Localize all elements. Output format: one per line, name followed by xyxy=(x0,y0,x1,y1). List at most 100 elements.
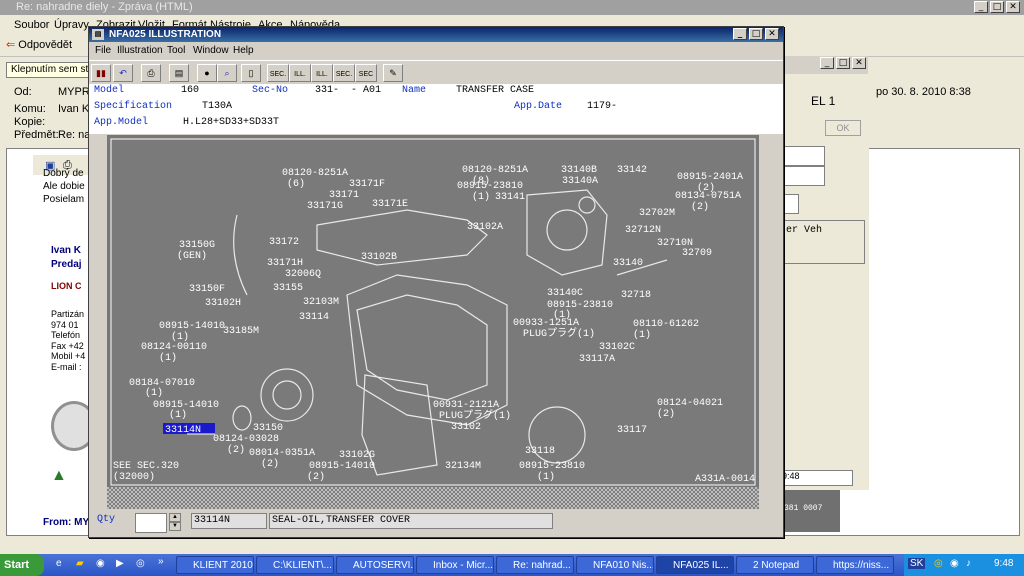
part-callout-label[interactable]: 08120-8251A xyxy=(282,168,348,179)
part-callout-label[interactable]: PLUGプラグ(1) xyxy=(523,326,595,340)
prev-illustration-button[interactable]: ILL. xyxy=(289,64,311,82)
part-callout-label[interactable]: 33142 xyxy=(617,165,647,176)
task-notepad[interactable]: 2 Notepad xyxy=(736,556,814,574)
part-callout-label[interactable]: 08120-8251A xyxy=(462,165,528,176)
part-callout-label[interactable]: 33171F xyxy=(349,179,385,190)
bg-close-button[interactable]: ✕ xyxy=(852,57,866,69)
hint-icon[interactable]: ✎ xyxy=(383,64,403,82)
part-callout-label[interactable]: 32718 xyxy=(621,290,651,301)
part-callout-label[interactable]: (1) xyxy=(537,471,555,483)
part-callout-label[interactable]: 33150 xyxy=(253,423,283,434)
part-callout-label[interactable]: 33102G xyxy=(339,450,375,461)
part-callout-label[interactable]: 33150G xyxy=(179,240,215,251)
part-callout-label[interactable]: 33150F xyxy=(189,284,225,295)
tray-icon[interactable]: ◉ xyxy=(950,558,959,569)
qty-stepper[interactable]: ▲ ▼ xyxy=(169,513,181,531)
task-browser[interactable]: https://niss... xyxy=(816,556,894,574)
part-callout-label[interactable]: 33172 xyxy=(269,237,299,248)
part-callout-label[interactable]: 33140C xyxy=(547,288,583,299)
bg-field[interactable] xyxy=(781,146,825,166)
part-callout-label[interactable]: 33117 xyxy=(617,425,647,436)
part-callout-label[interactable]: 08915-14010 xyxy=(159,321,225,332)
part-callout-label[interactable]: (1) xyxy=(472,191,490,203)
menu-upravy[interactable]: Úpravy xyxy=(54,19,89,31)
part-callout-label[interactable]: 32712N xyxy=(625,225,661,236)
part-callout-label[interactable]: 08915-2401A xyxy=(677,172,743,183)
part-callout-label[interactable]: 33171H xyxy=(267,258,303,269)
ok-button[interactable]: OK xyxy=(825,120,861,136)
quicklaunch-media-icon[interactable]: ▶ xyxy=(116,558,124,569)
ill-maximize-button[interactable]: □ xyxy=(749,28,763,40)
part-callout-label[interactable]: 08915-23810 xyxy=(457,181,523,192)
part-callout-label[interactable]: 32709 xyxy=(682,248,712,259)
part-callout-label[interactable]: A331A-0014 xyxy=(695,474,755,485)
prev-section-button[interactable]: SEC. xyxy=(267,64,289,82)
part-callout-label[interactable]: (1) xyxy=(159,352,177,364)
menu-illustration[interactable]: Illustration xyxy=(117,45,163,56)
part-callout-label[interactable]: 33140A xyxy=(562,176,598,187)
part-callout-label[interactable]: (32000) xyxy=(113,471,155,483)
part-callout-label[interactable]: 08124-04021 xyxy=(657,398,723,409)
part-callout-label[interactable]: (6) xyxy=(287,178,305,190)
display-icon[interactable]: ▤ xyxy=(169,64,189,82)
task-reply[interactable]: Re: nahrad... xyxy=(496,556,574,574)
part-callout-label[interactable]: 32134M xyxy=(445,461,481,472)
qty-down-icon[interactable]: ▼ xyxy=(169,522,181,531)
part-callout-label[interactable]: 33102 xyxy=(451,422,481,433)
bg-maximize-button[interactable]: □ xyxy=(836,57,850,69)
qty-input[interactable] xyxy=(135,513,167,533)
part-callout-label[interactable]: 33185M xyxy=(223,326,259,337)
part-callout-label[interactable]: 33171G xyxy=(307,201,343,212)
part-callout-label[interactable]: 33141 xyxy=(495,192,525,203)
zoom-icon[interactable]: ⌕ xyxy=(217,64,237,82)
part-callout-label[interactable]: (2) xyxy=(691,201,709,213)
quicklaunch-folder-icon[interactable]: ▰ xyxy=(76,558,84,569)
exploded-parts-diagram[interactable]: 08120-8251A (6) 33171F 33171 33171G 33171E 081… xyxy=(107,135,759,509)
task-inbox[interactable]: Inbox - Micr... xyxy=(416,556,494,574)
part-callout-label[interactable]: 33117A xyxy=(579,354,615,365)
menu-help[interactable]: Help xyxy=(233,45,254,56)
bg-tab-label[interactable]: er Veh xyxy=(786,225,822,236)
next-illustration-button[interactable]: ILL. xyxy=(311,64,333,82)
part-callout-label[interactable]: 33118 xyxy=(525,446,555,457)
part-callout-label[interactable]: 08134-0751A xyxy=(675,191,741,202)
part-callout-label[interactable]: 32006Q xyxy=(285,269,321,280)
volume-icon[interactable]: ♪ xyxy=(966,558,971,569)
qty-up-icon[interactable]: ▲ xyxy=(169,513,181,522)
part-callout-label[interactable]: 33171 xyxy=(329,190,359,201)
bg-minimize-button[interactable]: _ xyxy=(820,57,834,69)
page-icon[interactable]: ▯ xyxy=(241,64,261,82)
menu-file[interactable]: File xyxy=(95,45,111,56)
task-klient[interactable]: KLIENT 2010 xyxy=(176,556,254,574)
close-button[interactable]: ✕ xyxy=(1006,1,1020,13)
part-callout-label[interactable]: SEE SEC.320 xyxy=(113,461,179,472)
part-callout-label[interactable]: 32702M xyxy=(639,208,675,219)
menu-soubor[interactable]: Soubor xyxy=(14,19,49,31)
part-callout-label[interactable]: 00931-2121A xyxy=(433,400,499,411)
ill-minimize-button[interactable]: _ xyxy=(733,28,747,40)
book-icon[interactable]: ▮▮ xyxy=(91,64,111,82)
part-callout-label[interactable]: (2) xyxy=(261,458,279,470)
part-callout-label[interactable]: 08014-0351A xyxy=(249,448,315,459)
part-callout-label[interactable]: 33155 xyxy=(273,283,303,294)
task-nfa025[interactable]: NFA025 IL... xyxy=(656,556,734,574)
task-autoservis[interactable]: AUTOSERVI... xyxy=(336,556,414,574)
tray-icon[interactable]: ◎ xyxy=(934,558,943,569)
part-callout-label[interactable]: 33114 xyxy=(299,312,329,323)
part-callout-label[interactable]: 08915-23810 xyxy=(519,461,585,472)
part-callout-label[interactable]: 08124-00110 xyxy=(141,342,207,353)
undo-icon[interactable]: ↶ xyxy=(113,64,133,82)
maximize-button[interactable]: □ xyxy=(990,1,1004,13)
part-callout-label[interactable]: 08124-03028 xyxy=(213,434,279,445)
menu-tool[interactable]: Tool xyxy=(167,45,185,56)
part-callout-label[interactable]: 33102B xyxy=(361,252,397,263)
part-callout-label[interactable]: (2) xyxy=(227,444,245,456)
part-callout-label[interactable]: 33102C xyxy=(599,342,635,353)
part-callout-label[interactable]: 32103M xyxy=(303,297,339,308)
part-callout-label[interactable]: 00933-1251A xyxy=(513,318,579,329)
quicklaunch-more-icon[interactable]: » xyxy=(158,556,164,567)
part-callout-label[interactable]: (2) xyxy=(657,408,675,420)
quicklaunch-player-icon[interactable]: ◎ xyxy=(136,558,145,569)
menu-window[interactable]: Window xyxy=(193,45,229,56)
task-klient-folder[interactable]: C:\KLIENT\... xyxy=(256,556,334,574)
